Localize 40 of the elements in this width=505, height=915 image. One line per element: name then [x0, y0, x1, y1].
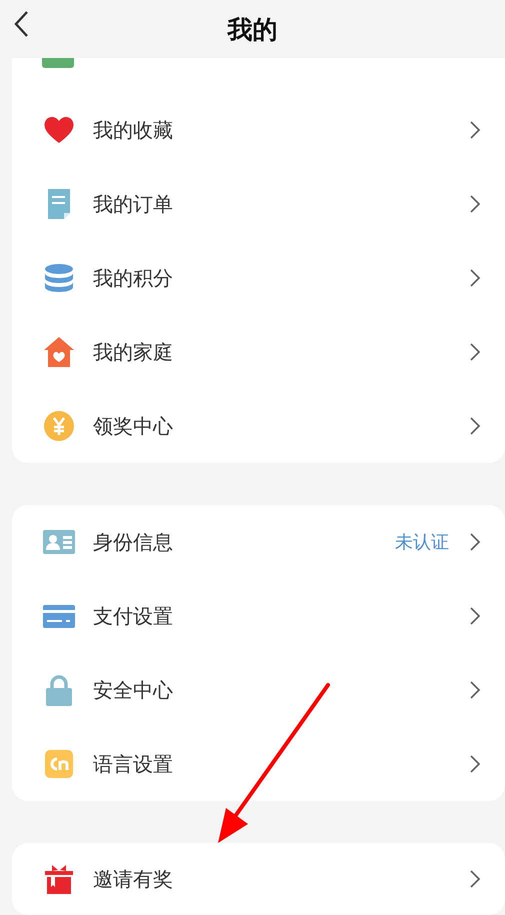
back-icon[interactable]: [13, 10, 29, 38]
menu-label: 邀请有奖: [93, 866, 174, 892]
page-title: 我的: [228, 14, 278, 46]
house-icon: [43, 336, 75, 368]
yen-icon: [43, 410, 75, 442]
menu-label: 我的家庭: [93, 338, 174, 366]
menu-label: 支付设置: [93, 602, 174, 630]
menu-label: 安全中心: [93, 676, 174, 704]
status-label: 未认证: [395, 531, 449, 554]
menu-item[interactable]: 我的订单: [12, 167, 505, 241]
menu-label: 我的收藏: [93, 116, 174, 144]
cn-logo-icon: [43, 748, 75, 780]
menu-item[interactable]: 我的收藏: [12, 93, 505, 167]
menu-label: 身份信息: [93, 528, 174, 556]
menu-item[interactable]: 邀请有奖: [12, 843, 505, 915]
chevron-right-icon: [469, 680, 481, 700]
heart-icon: [43, 114, 75, 146]
chevron-right-icon: [469, 194, 481, 214]
menu-label: 语言设置: [93, 750, 174, 778]
lock-icon: [43, 674, 75, 706]
chevron-right-icon: [469, 120, 481, 140]
chevron-right-icon: [469, 606, 481, 626]
menu-item[interactable]: 语言设置: [12, 727, 505, 801]
menu-item[interactable]: 安全中心: [12, 653, 505, 727]
menu-item[interactable]: 我的积分: [12, 241, 505, 315]
chevron-right-icon: [469, 754, 481, 774]
menu-label: 领奖中心: [93, 412, 174, 440]
menu-item[interactable]: 我的家庭: [12, 315, 505, 389]
coin-stack-icon: [43, 262, 75, 294]
menu-item[interactable]: 身份信息 未认证: [12, 505, 505, 579]
menu-item[interactable]: 支付设置: [12, 579, 505, 653]
menu-label: 我的订单: [93, 190, 174, 218]
gift-icon: [43, 863, 75, 895]
chevron-right-icon: [469, 532, 481, 552]
chevron-right-icon: [469, 342, 481, 362]
menu-item[interactable]: 领奖中心: [12, 389, 505, 463]
chevron-right-icon: [469, 416, 481, 436]
chevron-right-icon: [469, 869, 481, 889]
chevron-right-icon: [469, 268, 481, 288]
menu-label: 我的积分: [93, 264, 174, 292]
